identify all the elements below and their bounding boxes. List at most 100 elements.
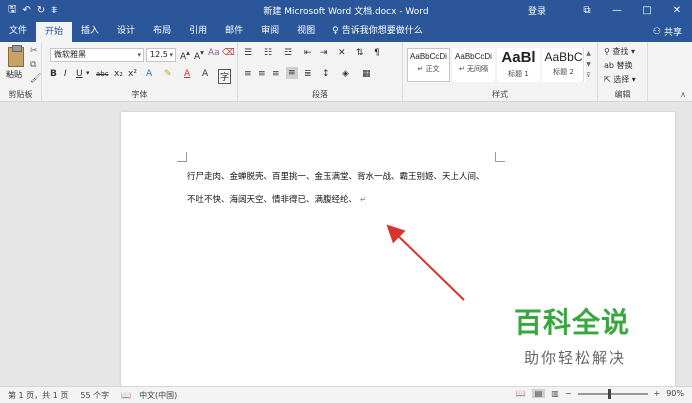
borders-icon[interactable]: ▦ <box>362 69 371 79</box>
style-no-spacing[interactable]: AaBbCcDi ↵ 无间隔 <box>452 48 495 82</box>
print-layout-icon[interactable]: ▤ <box>531 389 546 398</box>
cursor-icon: ⇱ <box>604 75 611 84</box>
tab-review[interactable]: 审阅 <box>252 20 288 42</box>
style-sample: AaBbCcDi <box>410 52 447 61</box>
line-spacing-icon[interactable]: ↕ <box>322 69 330 79</box>
editing-group: ⚲ 查找 ▾ ab 替换 ⇱ 选择 ▾ 编辑 <box>598 42 648 102</box>
paragraph-group: ☰ ☷ ☲ ⇤ ⇥ ✕ ⇅ ¶ ≡ ≡ ≡ ≡ ≣ ↕ ◈ ▦ 段落 <box>238 42 403 102</box>
underline-icon[interactable]: U <box>76 69 83 79</box>
tell-me-box[interactable]: ♀ 告诉我你想要做什么 <box>332 20 423 42</box>
clear-formatting-icon[interactable]: ⌫ <box>222 48 235 58</box>
maximize-button[interactable]: □ <box>632 5 662 16</box>
styles-group: AaBbCcDi ↵ 正文 AaBbCcDi ↵ 无间隔 AaBl 标题 1 A… <box>403 42 598 102</box>
zoom-slider[interactable] <box>577 388 648 399</box>
text-effects-icon[interactable]: A <box>146 69 152 79</box>
chinese-layout-icon[interactable]: ✕ <box>338 48 346 58</box>
distributed-icon[interactable]: ≣ <box>304 69 312 79</box>
tab-insert[interactable]: 插入 <box>72 20 108 42</box>
minimize-button[interactable]: — <box>602 5 632 16</box>
tab-file[interactable]: 文件 <box>0 20 36 42</box>
undo-icon[interactable]: ↶ <box>23 5 31 16</box>
enclose-character-icon[interactable]: 字 <box>218 69 232 84</box>
tab-references[interactable]: 引用 <box>180 20 216 42</box>
format-painter-icon[interactable]: 🖌 <box>30 74 41 84</box>
ribbon-tabs: 文件 开始 插入 设计 布局 引用 邮件 审阅 视图 ♀ 告诉我你想要做什么 ⚇… <box>0 20 692 42</box>
align-right-icon[interactable]: ≡ <box>272 69 280 79</box>
numbering-icon[interactable]: ☷ <box>264 48 272 58</box>
select-label: 选择 <box>613 75 630 84</box>
select-button[interactable]: ⇱ 选择 ▾ <box>604 74 636 85</box>
share-label: 共享 <box>663 28 682 38</box>
zoom-out-button[interactable]: − <box>565 389 572 398</box>
clipboard-group-label: 剪贴板 <box>8 90 33 99</box>
subscript-icon[interactable]: x₂ <box>114 69 123 79</box>
tab-home[interactable]: 开始 <box>36 22 73 42</box>
decrease-indent-icon[interactable]: ⇤ <box>304 48 312 58</box>
style-normal[interactable]: AaBbCcDi ↵ 正文 <box>407 48 450 82</box>
zoom-level[interactable]: 90% <box>666 389 684 398</box>
customize-qat-icon[interactable]: ⩨ <box>51 5 57 16</box>
tab-mailings[interactable]: 邮件 <box>216 20 252 42</box>
tab-design[interactable]: 设计 <box>108 20 144 42</box>
paste-icon[interactable] <box>8 45 24 67</box>
styles-scroll[interactable]: ▲ ▼ ⊽ <box>583 48 593 82</box>
paste-button-label[interactable]: 粘贴 <box>6 69 22 80</box>
sort-icon[interactable]: ⇅ <box>356 48 364 58</box>
font-name-select[interactable]: 微软雅黑 ▾ <box>50 48 144 62</box>
cut-icon[interactable]: ✂ <box>30 46 38 56</box>
word-count[interactable]: 55 个字 <box>80 390 109 401</box>
tab-layout[interactable]: 布局 <box>144 20 180 42</box>
ribbon-display-options-icon[interactable]: ⧉ <box>572 5 602 16</box>
quick-access-toolbar: 🖫 ↶ ↻ ⩨ <box>0 2 150 19</box>
red-arrow <box>386 224 465 301</box>
tell-me-text: 告诉我你想要做什么 <box>341 26 423 36</box>
chevron-down-icon: ▾ <box>169 51 173 59</box>
show-hide-marks-icon[interactable]: ¶ <box>374 48 380 58</box>
share-button[interactable]: ⚇ 共享 <box>653 25 682 39</box>
read-mode-icon[interactable]: 📖 <box>516 389 526 398</box>
bold-icon[interactable]: B <box>50 69 57 79</box>
vertical-scrollbar[interactable] <box>682 102 692 386</box>
title-bar: 🖫 ↶ ↻ ⩨ 新建 Microsoft Word 文档.docx - Word… <box>0 0 692 20</box>
save-icon[interactable]: 🖫 <box>8 2 17 19</box>
character-shading-icon[interactable]: A <box>202 69 208 79</box>
zoom-slider-thumb[interactable] <box>607 388 611 399</box>
strikethrough-icon[interactable]: abc <box>96 70 109 78</box>
login-link[interactable]: 登录 <box>528 4 546 17</box>
language[interactable]: 中文(中国) <box>139 390 177 401</box>
page-count[interactable]: 第 1 页，共 1 页 <box>8 390 68 401</box>
proofing-icon[interactable]: 📖 <box>121 391 131 400</box>
tab-view[interactable]: 视图 <box>288 20 324 42</box>
redo-icon[interactable]: ↻ <box>37 5 45 16</box>
style-name: 标题 1 <box>508 70 529 78</box>
change-case-icon[interactable]: Aa <box>208 48 220 58</box>
find-label: 查找 <box>612 47 629 56</box>
font-group: 微软雅黑 ▾ 12.5 ▾ A▴ A▾ Aa ⌫ B I U ▾ abc x₂ … <box>42 42 238 102</box>
multilevel-list-icon[interactable]: ☲ <box>284 48 292 58</box>
zoom-in-button[interactable]: + <box>654 389 661 398</box>
font-color-icon[interactable]: A <box>184 69 190 79</box>
highlight-icon[interactable]: ✎ <box>164 69 172 79</box>
grow-font-icon[interactable]: A▴ <box>180 48 190 62</box>
italic-icon[interactable]: I <box>64 69 67 79</box>
find-button[interactable]: ⚲ 查找 ▾ <box>604 46 635 57</box>
copy-icon[interactable]: ⧉ <box>30 60 36 70</box>
web-layout-icon[interactable]: ▥ <box>551 389 559 398</box>
style-heading-1[interactable]: AaBl 标题 1 <box>497 48 540 82</box>
align-left-icon[interactable]: ≡ <box>244 69 252 79</box>
bullets-icon[interactable]: ☰ <box>244 48 252 58</box>
shading-icon[interactable]: ◈ <box>342 69 349 79</box>
shrink-font-icon[interactable]: A▾ <box>194 48 204 62</box>
style-name: ↵ 无间隔 <box>458 65 489 73</box>
font-size-value: 12.5 <box>150 50 168 59</box>
close-button[interactable]: ✕ <box>662 5 692 16</box>
underline-options-icon[interactable]: ▾ <box>86 69 90 77</box>
justify-icon[interactable]: ≡ <box>286 67 298 79</box>
style-heading-2[interactable]: AaBbC 标题 2 <box>542 48 585 82</box>
superscript-icon[interactable]: x² <box>128 69 137 79</box>
increase-indent-icon[interactable]: ⇥ <box>320 48 328 58</box>
replace-button[interactable]: ab 替换 <box>604 60 633 71</box>
align-center-icon[interactable]: ≡ <box>258 69 266 79</box>
font-size-select[interactable]: 12.5 ▾ <box>146 48 176 62</box>
collapse-ribbon-icon[interactable]: ∧ <box>680 90 686 99</box>
